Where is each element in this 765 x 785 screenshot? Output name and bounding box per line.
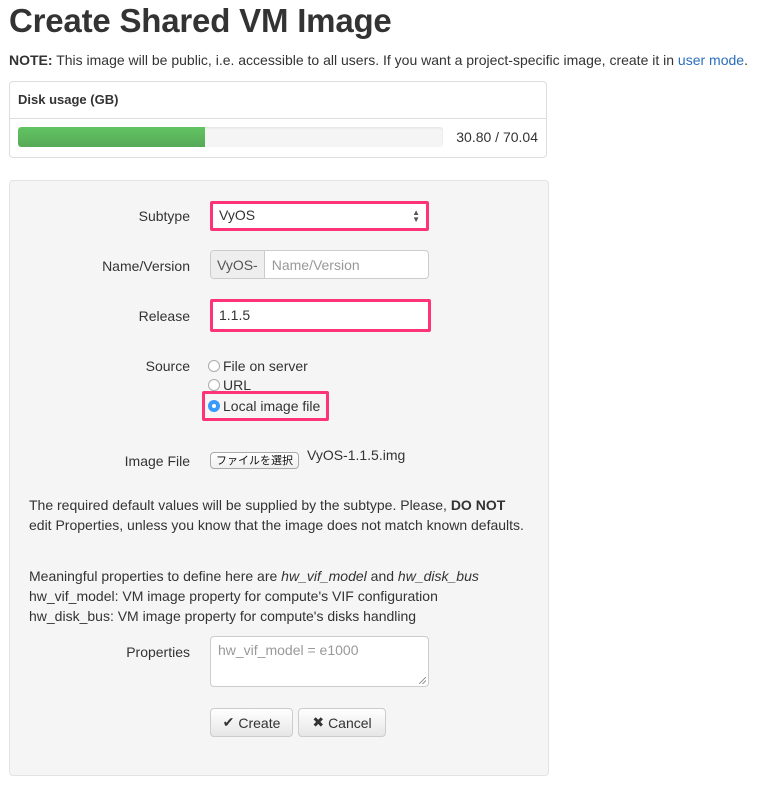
create-button[interactable]: ✔ Create — [210, 708, 293, 737]
properties-label: Properties — [126, 644, 190, 660]
release-label: Release — [138, 308, 190, 324]
radio-unchecked-icon[interactable] — [208, 379, 220, 391]
disk-usage-heading: Disk usage (GB) — [10, 82, 546, 119]
subtype-label: Subtype — [138, 208, 190, 224]
image-file-label: Image File — [124, 453, 190, 469]
checkmark-icon: ✔ — [222, 714, 235, 730]
page-title: Create Shared VM Image — [9, 2, 392, 39]
disk-usage-progress — [18, 127, 443, 147]
subtype-select[interactable]: VyOS ▲ ▼ — [210, 201, 429, 231]
select-arrows-icon: ▲ ▼ — [412, 208, 420, 224]
properties-help-line: Meaningful properties to define here are… — [29, 566, 529, 586]
radio-unchecked-icon[interactable] — [208, 360, 220, 372]
properties-placeholder: hw_vif_model = e1000 — [218, 642, 359, 658]
note-label: NOTE: — [9, 52, 53, 68]
subtype-defaults-help: The required default values will be supp… — [29, 495, 529, 535]
source-option-local-image-file[interactable]: Local image file — [208, 398, 320, 414]
source-option-label: Local image file — [223, 398, 321, 414]
subtype-value: VyOS — [219, 207, 256, 223]
properties-help: Meaningful properties to define here are… — [29, 566, 529, 626]
create-image-form: Subtype VyOS ▲ ▼ Name/Version VyOS- Name/… — [9, 180, 549, 776]
help-em: hw_disk_bus — [397, 568, 479, 584]
create-label: Create — [238, 714, 281, 731]
help-text: and — [366, 568, 398, 584]
note-text: This image will be public, i.e. accessib… — [52, 52, 678, 68]
cancel-button[interactable]: ✖ Cancel — [298, 708, 386, 737]
disk-usage-progress-fill — [18, 127, 205, 147]
hw-vif-model-help: hw_vif_model: VM image property for comp… — [29, 588, 438, 604]
radio-checked-icon[interactable] — [208, 400, 220, 412]
source-label: Source — [145, 358, 190, 374]
source-option-label: File on server — [223, 358, 308, 374]
disk-usage-panel: Disk usage (GB) 30.80 / 70.04 — [9, 81, 547, 158]
help-em: hw_vif_model — [281, 568, 367, 584]
source-option-file-on-server[interactable]: File on server — [208, 358, 308, 374]
public-note: NOTE: This image will be public, i.e. ac… — [9, 52, 748, 68]
chosen-file-name: VyOS-1.1.5.img — [307, 447, 406, 463]
name-version-input-group: VyOS- Name/Version — [210, 250, 429, 279]
help-text: The required default values will be supp… — [29, 497, 451, 513]
properties-textarea[interactable]: hw_vif_model = e1000 — [210, 636, 429, 687]
note-end: . — [744, 52, 748, 68]
disk-usage-value: 30.80 / 70.04 — [456, 129, 538, 145]
help-bold: DO NOT — [450, 497, 506, 513]
name-version-label: Name/Version — [102, 258, 190, 274]
name-version-input[interactable]: Name/Version — [265, 251, 367, 278]
hw-disk-bus-help: hw_disk_bus: VM image property for compu… — [29, 608, 417, 624]
help-text: Meaningful properties to define here are — [29, 568, 282, 584]
choose-file-button[interactable]: ファイルを選択 — [210, 452, 299, 469]
name-version-prefix: VyOS- — [211, 251, 265, 278]
resize-grip-icon[interactable] — [419, 677, 426, 684]
cancel-label: Cancel — [328, 714, 372, 731]
close-icon: ✖ — [312, 714, 325, 730]
help-text: edit Properties, unless you know that th… — [29, 517, 524, 533]
user-mode-link[interactable]: user mode — [678, 52, 744, 68]
release-input[interactable]: 1.1.5 — [210, 299, 431, 332]
